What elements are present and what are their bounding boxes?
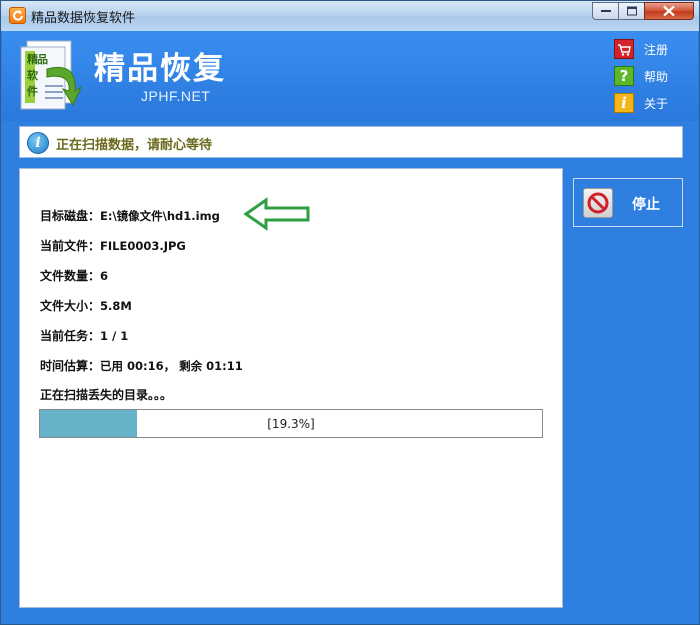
- progress-label: [19.3%]: [267, 416, 315, 431]
- menu-register[interactable]: 注册: [614, 39, 668, 59]
- close-button[interactable]: [644, 2, 694, 20]
- header-banner: 精 品 软 件 精品恢复 JPHF.NET 注册 ? 帮助 i 关于: [2, 31, 698, 121]
- current-file-label: 当前文件：: [40, 239, 101, 253]
- maximize-button[interactable]: [618, 2, 645, 20]
- left-arrow-icon: [243, 197, 310, 231]
- target-disk-row: 目标磁盘： E:\镜像文件\hd1.img: [40, 207, 220, 224]
- main-window: 精品数据恢复软件 精 品 软 件 精品恢复 JPHF.NET 注册 ? 帮助 i…: [0, 0, 700, 625]
- brand-subtitle: JPHF.NET: [141, 88, 211, 104]
- register-cart-icon: [614, 39, 634, 59]
- target-disk-label: 目标磁盘：: [40, 209, 101, 223]
- app-refresh-icon: [9, 7, 26, 24]
- svg-text:软: 软: [27, 68, 39, 82]
- menu-help[interactable]: ? 帮助: [614, 66, 668, 86]
- time-estimate-value: 已用 00:16， 剩余 01:11: [100, 358, 243, 373]
- time-estimate-row: 时间估算： 已用 00:16， 剩余 01:11: [40, 357, 243, 374]
- menu-about-label: 关于: [644, 96, 669, 111]
- brand-title: 精品恢复: [94, 51, 226, 87]
- info-icon: i: [27, 132, 49, 154]
- status-text: 正在扫描数据，请耐心等待: [56, 138, 213, 153]
- menu-about[interactable]: i 关于: [614, 93, 668, 113]
- file-count-label: 文件数量：: [40, 269, 101, 283]
- menu-help-label: 帮助: [644, 69, 669, 84]
- window-title: 精品数据恢复软件: [31, 11, 136, 26]
- time-estimate-label: 时间估算：: [40, 359, 101, 373]
- scan-info-panel: 目标磁盘： E:\镜像文件\hd1.img 当前文件： FILE0003.JPG…: [19, 168, 563, 608]
- minimize-button[interactable]: [592, 2, 619, 20]
- file-size-label: 文件大小：: [40, 299, 101, 313]
- stop-icon: [583, 188, 613, 218]
- scan-status-text: 正在扫描丢失的目录。。。: [40, 388, 173, 402]
- progress-bar: [19.3%]: [39, 409, 543, 438]
- file-size-row: 文件大小： 5.8M: [40, 297, 132, 314]
- menu-register-label: 注册: [644, 42, 669, 57]
- current-file-row: 当前文件： FILE0003.JPG: [40, 237, 186, 254]
- current-task-value: 1 / 1: [100, 328, 129, 343]
- current-task-row: 当前任务： 1 / 1: [40, 327, 128, 344]
- current-file-value: FILE0003.JPG: [100, 238, 186, 253]
- file-count-row: 文件数量： 6: [40, 267, 108, 284]
- stop-button-label: 停止: [632, 197, 660, 213]
- current-task-label: 当前任务：: [40, 329, 101, 343]
- svg-text:品: 品: [37, 53, 48, 66]
- target-disk-value: E:\镜像文件\hd1.img: [100, 208, 220, 223]
- svg-text:件: 件: [27, 84, 38, 98]
- help-question-icon: ?: [614, 66, 634, 86]
- about-info-icon: i: [614, 93, 634, 113]
- status-bar: i 正在扫描数据，请耐心等待: [19, 126, 683, 158]
- file-size-value: 5.8M: [100, 298, 132, 313]
- stop-button[interactable]: 停止: [573, 178, 683, 227]
- title-bar[interactable]: 精品数据恢复软件: [1, 1, 699, 31]
- file-count-value: 6: [100, 268, 109, 283]
- logo-icon: 精 品 软 件: [19, 39, 85, 113]
